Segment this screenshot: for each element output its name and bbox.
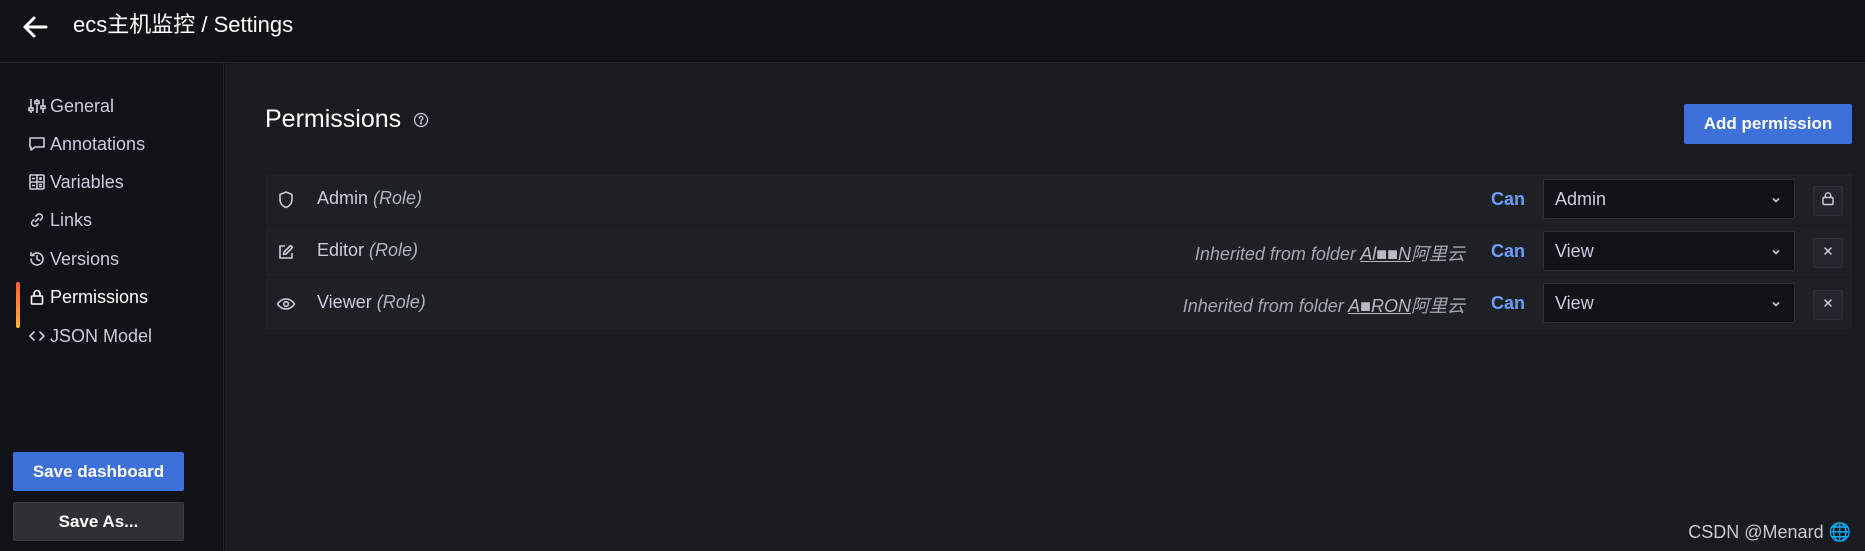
sidebar-item-label: General — [50, 95, 115, 116]
top-bar: ecs主机监控 / Settings — [0, 0, 1865, 63]
permission-row-admin: Admin (Role) Can Admin — [265, 174, 1852, 225]
lock-icon — [1821, 191, 1835, 211]
section-title: Permissions — [265, 105, 429, 134]
sidebar-item-label: Versions — [50, 248, 120, 269]
lock-icon — [27, 287, 47, 307]
close-icon — [1822, 296, 1834, 314]
can-label: Can — [1491, 293, 1526, 313]
role-name: Admin (Role) — [317, 188, 423, 208]
sidebar-item-permissions[interactable]: Permissions — [16, 280, 216, 328]
inherited-note: Inherited from folder A■RON阿里云 — [1182, 296, 1465, 316]
comment-icon — [27, 134, 47, 154]
chevron-down-icon — [1770, 246, 1782, 258]
sidebar-item-annotations[interactable]: Annotations — [16, 127, 216, 161]
locked-permission-button[interactable] — [1813, 186, 1843, 216]
permissions-heading: Permissions — [265, 105, 402, 133]
code-icon — [27, 326, 47, 346]
sidebar-item-json-model[interactable]: JSON Model — [16, 319, 216, 353]
sidebar-item-general[interactable]: General — [16, 89, 216, 123]
calculator-icon — [27, 172, 47, 192]
can-label: Can — [1491, 241, 1526, 261]
permission-select[interactable]: View — [1543, 231, 1795, 271]
permission-select[interactable]: View — [1543, 283, 1795, 323]
page-title: ecs主机监控 / Settings — [73, 12, 294, 37]
folder-link[interactable]: Al■■N — [1360, 244, 1411, 264]
role-name: Viewer (Role) — [317, 292, 426, 312]
close-icon — [1822, 244, 1834, 262]
sidebar-item-versions[interactable]: Versions — [16, 242, 216, 276]
can-label: Can — [1491, 189, 1526, 209]
shield-icon — [275, 189, 297, 211]
role-name: Editor (Role) — [317, 240, 419, 260]
permissions-panel: Permissions Add permission Admin (Role) … — [225, 63, 1865, 551]
chevron-down-icon — [1770, 298, 1782, 310]
sidebar-item-label: Variables — [50, 171, 124, 192]
sliders-icon — [27, 96, 47, 116]
edit-icon — [275, 241, 297, 263]
permission-row-editor: Editor (Role) Inherited from folder Al■■… — [265, 226, 1852, 277]
sidebar-item-label: Permissions — [50, 286, 149, 307]
back-arrow-icon[interactable] — [18, 10, 52, 44]
sidebar-item-label: Annotations — [50, 133, 146, 154]
remove-permission-button[interactable] — [1813, 290, 1843, 320]
sidebar-item-variables[interactable]: Variables — [16, 165, 216, 199]
eye-icon — [275, 293, 297, 315]
permission-select[interactable]: Admin — [1543, 179, 1795, 219]
permission-row-viewer: Viewer (Role) Inherited from folder A■RO… — [265, 278, 1852, 329]
inherited-note: Inherited from folder Al■■N阿里云 — [1194, 244, 1465, 264]
sidebar-item-links[interactable]: Links — [16, 203, 216, 237]
watermark: CSDN @Menard 🌐 — [1688, 522, 1851, 542]
save-dashboard-button[interactable]: Save dashboard — [13, 452, 184, 491]
question-circle-icon[interactable] — [413, 112, 429, 128]
link-icon — [27, 210, 47, 230]
history-icon — [27, 249, 47, 269]
folder-link[interactable]: A■RON — [1348, 296, 1411, 316]
save-as-button[interactable]: Save As... — [13, 502, 184, 541]
sidebar-item-label: JSON Model — [50, 325, 153, 346]
chevron-down-icon — [1770, 194, 1782, 206]
remove-permission-button[interactable] — [1813, 238, 1843, 268]
add-permission-button[interactable]: Add permission — [1684, 104, 1852, 144]
sidebar-item-label: Links — [50, 209, 93, 230]
